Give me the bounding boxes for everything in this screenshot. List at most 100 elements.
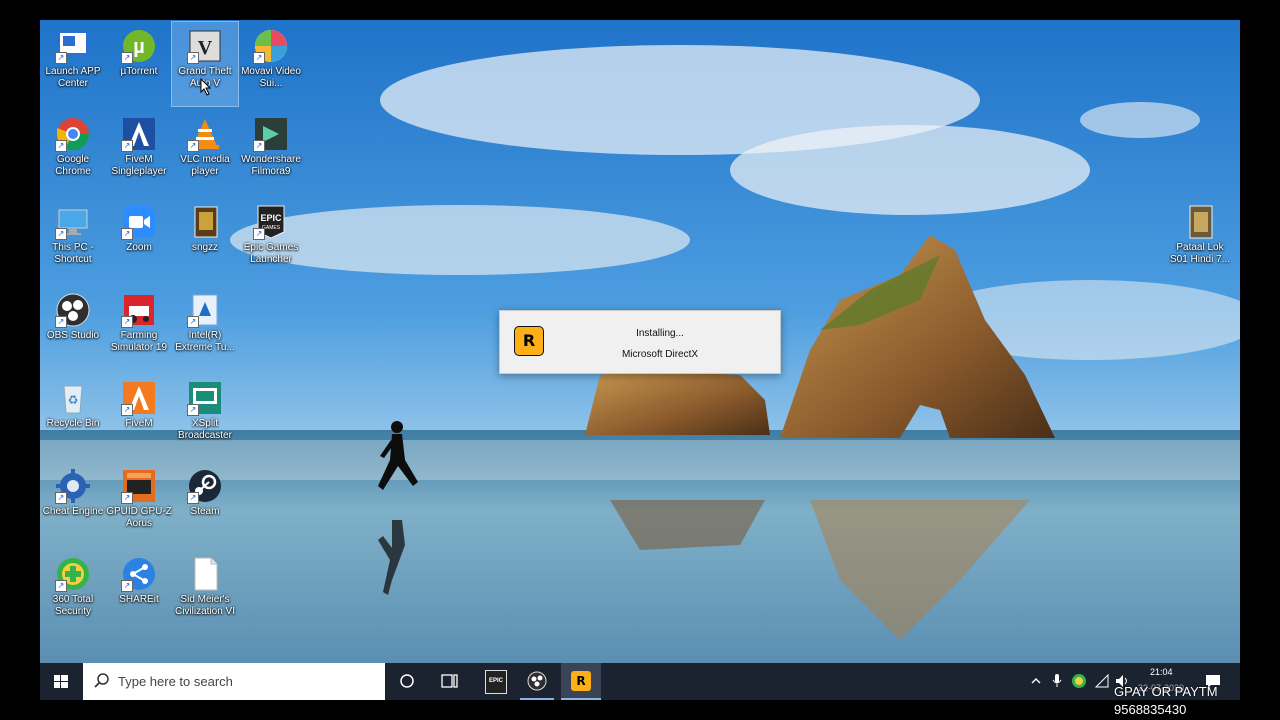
rockstar-logo-icon: R	[514, 326, 544, 356]
clock-time[interactable]: 21:04	[1150, 667, 1173, 677]
shortcut-arrow-icon: ↗	[253, 140, 265, 152]
fivem-sp-icon: ↗	[121, 116, 157, 152]
taskbar-rockstar-launcher[interactable]: R	[561, 663, 601, 700]
desktop-icon-label: 360 Total Security	[52, 594, 94, 617]
desktop-icon-cheat-engine[interactable]: ↗ Cheat Engine	[40, 462, 106, 546]
taskbar-search-box[interactable]: Type here to search	[83, 663, 385, 700]
svg-text:EPIC: EPIC	[260, 213, 282, 223]
watermark-line-1: GPAY OR PAYTM	[1114, 684, 1218, 699]
desktop-icon-launch-app-center[interactable]: ↗ Launch APP Center	[40, 22, 106, 106]
shortcut-arrow-icon: ↗	[187, 316, 199, 328]
desktop-icon-label: Cheat Engine	[42, 506, 104, 517]
desktop-icon-xsplit[interactable]: ↗ XSplit Broadcaster	[172, 374, 238, 458]
taskbar-epic-games[interactable]: EPIC	[478, 663, 512, 700]
desktop-icon-utorrent[interactable]: µ ↗ µTorrent	[106, 22, 172, 106]
desktop-icon-label: µTorrent	[120, 66, 158, 77]
desktop-icon-label: sngzz	[191, 242, 219, 253]
desktop-icon-label: Movavi Video Sui...	[241, 66, 301, 89]
desktop-icon-movavi[interactable]: ↗ Movavi Video Sui...	[238, 22, 304, 106]
fivem-icon: ↗	[121, 380, 157, 416]
civ6-file-icon	[187, 556, 223, 592]
shortcut-arrow-icon: ↗	[55, 580, 67, 592]
desktop-icon-label: Intel(R) Extreme Tu...	[175, 330, 235, 353]
cortana-button[interactable]	[390, 663, 424, 700]
farming-sim-icon: ↗	[121, 292, 157, 328]
shortcut-arrow-icon: ↗	[55, 52, 67, 64]
shortcut-arrow-icon: ↗	[187, 52, 199, 64]
shareit-icon: ↗	[121, 556, 157, 592]
install-status-text: Installing...	[636, 328, 684, 339]
desktop-icon-sngzz[interactable]: sngzz	[172, 198, 238, 282]
desktop-icon-steam[interactable]: ↗ Steam	[172, 462, 238, 546]
desktop-icon-shareit[interactable]: ↗ SHAREit	[106, 550, 172, 634]
desktop-icon-gpu-z[interactable]: ↗ GPUID GPU-Z Aorus	[106, 462, 172, 546]
epic-label: EPIC	[488, 678, 503, 684]
desktop-icon-label: FiveM Singleplayer	[111, 154, 167, 177]
shortcut-arrow-icon: ↗	[121, 492, 133, 504]
installer-dialog: R Installing... Microsoft DirectX	[499, 310, 781, 374]
desktop-icon-this-pc[interactable]: ↗ This PC - Shortcut	[40, 198, 106, 282]
rockstar-taskbar-icon: R	[571, 671, 591, 691]
desktop-icon-filmora[interactable]: ↗ Wondershare Filmora9	[238, 110, 304, 194]
obs-icon: ↗	[55, 292, 91, 328]
desktop-icon-label: Launch APP Center	[45, 66, 101, 89]
gta-v-icon: V ↗	[187, 28, 223, 64]
desktop-screen: ↗ Launch APP Center µ ↗ µTorrent V ↗ Gra…	[40, 20, 1240, 700]
microphone-icon[interactable]	[1051, 673, 1063, 689]
desktop-icon-civilization-vi[interactable]: Sid Meier's Civilization VI	[172, 550, 238, 634]
360-tray-icon[interactable]	[1071, 673, 1087, 689]
desktop-icon-label: Farming Simulator 19	[110, 330, 168, 353]
shortcut-arrow-icon: ↗	[121, 140, 133, 152]
desktop-icon-chrome[interactable]: ↗ Google Chrome	[40, 110, 106, 194]
windows-logo-icon	[54, 675, 68, 688]
epic-games-taskbar-icon: EPIC	[485, 670, 507, 694]
shortcut-arrow-icon: ↗	[187, 492, 199, 504]
xsplit-icon: ↗	[187, 380, 223, 416]
desktop-icon-label: Sid Meier's Civilization VI	[174, 594, 236, 617]
vlc-icon: ↗	[187, 116, 223, 152]
svg-text:♻: ♻	[68, 393, 79, 407]
taskbar-obs[interactable]	[520, 663, 554, 700]
360-security-icon: ↗	[55, 556, 91, 592]
desktop-icon-label: Google Chrome	[55, 154, 91, 177]
desktop-icon-zoom[interactable]: ↗ Zoom	[106, 198, 172, 282]
desktop-icon-vlc[interactable]: ↗ VLC media player	[172, 110, 238, 194]
desktop-icon-label: Pataal Lok S01 Hindi 7...	[1169, 242, 1231, 265]
steam-icon: ↗	[187, 468, 223, 504]
search-icon	[94, 673, 109, 688]
shortcut-arrow-icon: ↗	[121, 404, 133, 416]
obs-taskbar-icon	[527, 671, 547, 691]
file-icon	[187, 204, 223, 240]
start-button[interactable]	[40, 663, 82, 700]
this-pc-icon: ↗	[55, 204, 91, 240]
desktop-icon-intel-xtu[interactable]: ↗ Intel(R) Extreme Tu...	[172, 286, 238, 370]
shortcut-arrow-icon: ↗	[121, 228, 133, 240]
desktop-icon-obs[interactable]: ↗ OBS Studio	[40, 286, 106, 370]
recycle-bin-icon: ♻	[55, 380, 91, 416]
desktop-icon-pataal-lok[interactable]: Pataal Lok S01 Hindi 7...	[1167, 198, 1233, 282]
desktop-icon-360-security[interactable]: ↗ 360 Total Security	[40, 550, 106, 634]
shortcut-arrow-icon: ↗	[55, 316, 67, 328]
tray-overflow-chevron-icon[interactable]	[1030, 675, 1042, 687]
svg-text:V: V	[198, 37, 213, 59]
utorrent-icon: µ ↗	[121, 28, 157, 64]
task-view-button[interactable]	[432, 663, 466, 700]
video-file-icon	[1182, 204, 1218, 240]
shortcut-arrow-icon: ↗	[55, 140, 67, 152]
shortcut-arrow-icon: ↗	[55, 492, 67, 504]
watermark-line-2: 9568835430	[1114, 702, 1187, 717]
epic-games-icon: EPIC GAMES ↗	[253, 204, 289, 240]
taskbar: Type here to search EPIC R 21:04 22-07-2…	[40, 663, 1240, 700]
wifi-icon[interactable]	[1094, 673, 1110, 689]
desktop-icon-label: Epic Games Launcher	[243, 242, 299, 265]
desktop-icon-label: Wondershare Filmora9	[241, 154, 301, 177]
desktop-icon-fivem-singleplayer[interactable]: ↗ FiveM Singleplayer	[106, 110, 172, 194]
movavi-icon: ↗	[253, 28, 289, 64]
desktop-icon-fivem[interactable]: ↗ FiveM	[106, 374, 172, 458]
desktop-icon-recycle-bin[interactable]: ♻ Recycle Bin	[40, 374, 106, 458]
gpu-z-icon: ↗	[121, 468, 157, 504]
desktop-icon-label: FiveM	[125, 418, 153, 429]
desktop-icon-label: OBS Studio	[46, 330, 100, 341]
desktop-icon-farming-simulator[interactable]: ↗ Farming Simulator 19	[106, 286, 172, 370]
desktop-icon-epic-games[interactable]: EPIC GAMES ↗ Epic Games Launcher	[238, 198, 304, 282]
